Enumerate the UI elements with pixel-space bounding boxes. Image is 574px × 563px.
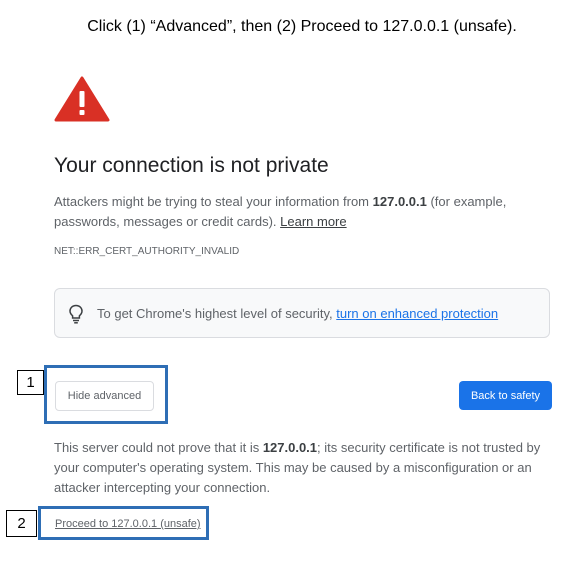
error-description: Attackers might be trying to steal your … <box>54 192 524 232</box>
lightbulb-icon <box>69 304 83 324</box>
annotation-label-1: 1 <box>17 370 44 395</box>
advanced-details-text: This server could not prove that it is 1… <box>54 438 554 498</box>
hide-advanced-button[interactable]: Hide advanced <box>55 381 154 411</box>
annotation-label-2: 2 <box>6 510 37 537</box>
enhanced-protection-banner: To get Chrome's highest level of securit… <box>54 288 550 338</box>
details-host: 127.0.0.1 <box>262 440 318 455</box>
instruction-text: Click (1) “Advanced”, then (2) Proceed t… <box>87 18 517 35</box>
error-code: NET::ERR_CERT_AUTHORITY_INVALID <box>54 246 240 257</box>
banner-text: To get Chrome's highest level of securit… <box>97 306 498 321</box>
details-prefix: This server could not prove that it is <box>54 440 263 455</box>
description-host: 127.0.0.1 <box>372 194 427 209</box>
banner-prefix: To get Chrome's highest level of securit… <box>97 306 337 321</box>
description-prefix: Attackers might be trying to steal your … <box>54 194 373 209</box>
learn-more-link[interactable]: Learn more <box>280 214 346 229</box>
page-title: Your connection is not private <box>54 154 329 177</box>
enhanced-protection-link[interactable]: turn on enhanced protection <box>336 306 498 321</box>
back-to-safety-button[interactable]: Back to safety <box>459 381 552 410</box>
warning-triangle-icon <box>54 76 110 122</box>
proceed-unsafe-link[interactable]: Proceed to 127.0.0.1 (unsafe) <box>55 518 201 530</box>
